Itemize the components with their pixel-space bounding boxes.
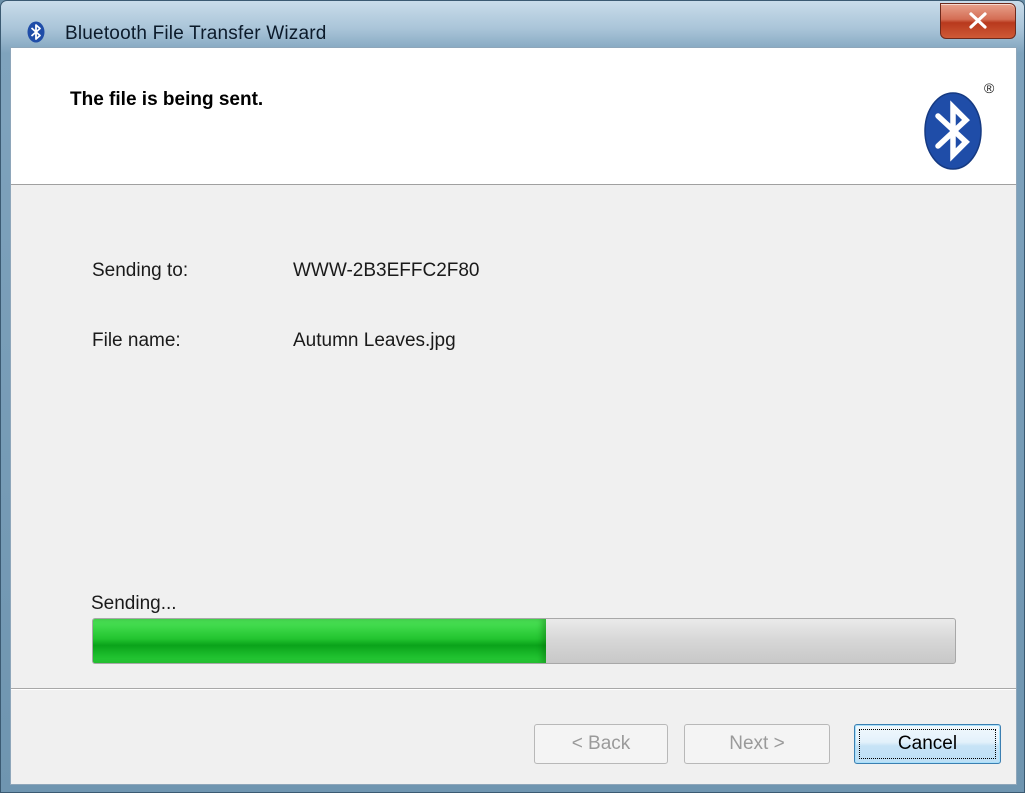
file-name-label: File name: — [92, 330, 181, 351]
footer-divider — [11, 688, 1016, 690]
window-title: Bluetooth File Transfer Wizard — [65, 23, 327, 44]
next-button[interactable]: Next > — [684, 724, 830, 764]
sending-to-label: Sending to: — [92, 260, 189, 281]
file-name-value: Autumn Leaves.jpg — [293, 330, 456, 351]
registered-mark: ® — [984, 80, 995, 96]
back-button[interactable]: < Back — [534, 724, 668, 764]
progress-fill — [93, 619, 546, 663]
next-button-label: Next > — [729, 733, 785, 754]
bluetooth-logo-icon: ® — [924, 80, 995, 170]
cancel-button-label: Cancel — [897, 733, 958, 754]
title-bar[interactable]: Bluetooth File Transfer Wizard — [1, 1, 1024, 47]
wizard-body: The file is being sent. ® Sending to: WW… — [10, 47, 1017, 785]
progress-status: Sending... — [91, 593, 177, 614]
wizard-window: Bluetooth File Transfer Wizard The file … — [0, 0, 1025, 793]
progress-bar — [92, 618, 956, 664]
sending-to-value: WWW-2B3EFFC2F80 — [293, 260, 480, 281]
wizard-header: The file is being sent. ® — [11, 48, 1016, 185]
cancel-button[interactable]: Cancel — [854, 724, 1001, 764]
back-button-label: < Back — [571, 733, 631, 754]
bluetooth-icon — [27, 21, 45, 43]
close-x-icon — [969, 12, 987, 29]
page-title: The file is being sent. — [70, 89, 264, 110]
close-button[interactable] — [940, 3, 1016, 39]
